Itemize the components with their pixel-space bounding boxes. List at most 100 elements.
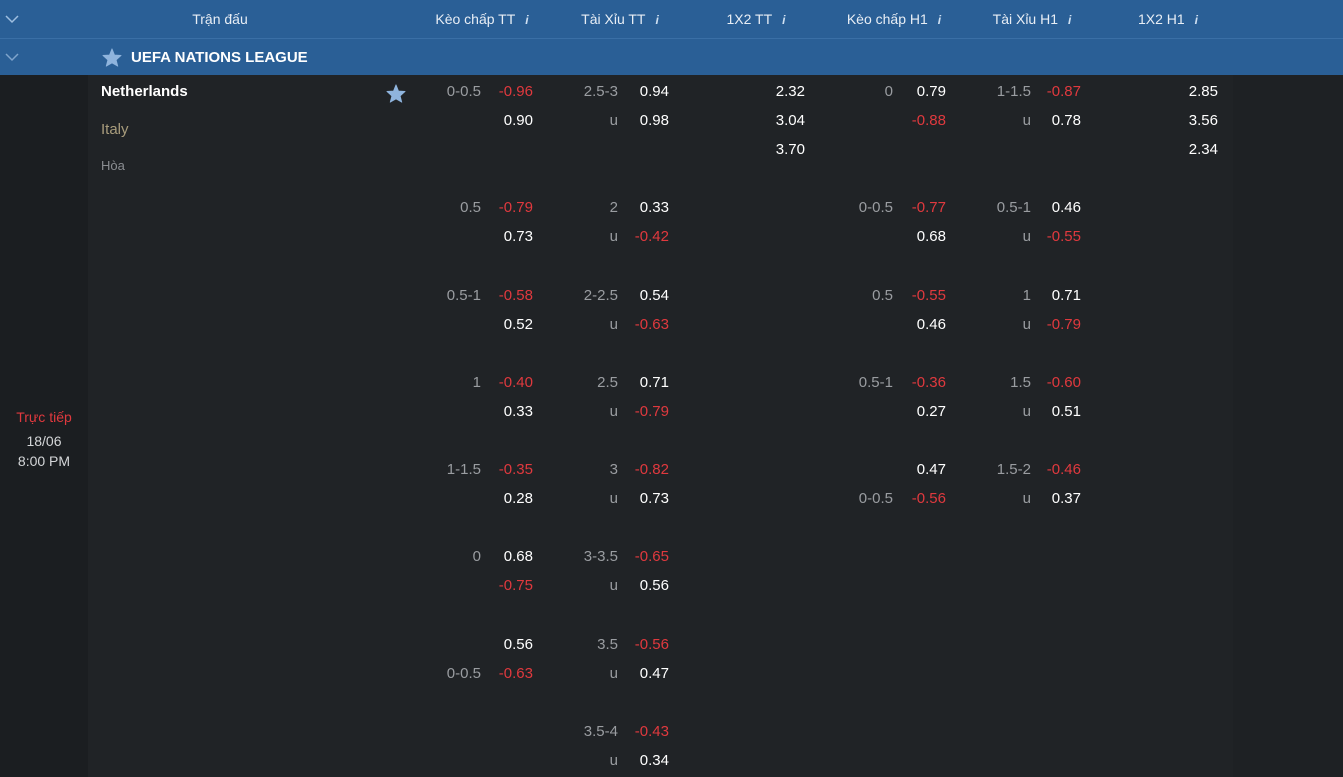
home-team[interactable]: Netherlands (101, 83, 188, 101)
overunder-ft-odds[interactable]: -0.56 (619, 636, 669, 654)
col-header-overunder-ft[interactable]: Tài Xỉu TT i (550, 0, 690, 38)
overunder-ft-under-label: u (609, 316, 618, 333)
odds-1x2-ft-draw[interactable]: 3.70 (745, 141, 805, 159)
overunder-ft-odds[interactable]: 0.98 (619, 112, 669, 130)
info-icon[interactable]: i (1195, 13, 1198, 27)
handicap-h1-odds[interactable]: -0.36 (896, 374, 946, 392)
handicap-ft-odds[interactable]: 0.56 (483, 636, 533, 654)
handicap-ft-odds[interactable]: 0.73 (483, 228, 533, 246)
col-header-1x2-ft[interactable]: 1X2 TT i (686, 0, 826, 38)
handicap-h1-odds[interactable]: -0.55 (896, 287, 946, 305)
overunder-ft-line: 2-2.5 (583, 287, 618, 304)
overunder-ft-under-label: u (609, 228, 618, 245)
handicap-ft-odds[interactable]: -0.63 (483, 665, 533, 683)
odds-1x2-ft-home[interactable]: 2.32 (745, 83, 805, 101)
overunder-h1-line: 0.5-1 (996, 199, 1031, 216)
overunder-ft-odds[interactable]: 0.34 (619, 752, 669, 770)
odds-1x2-h1-home[interactable]: 2.85 (1158, 83, 1218, 101)
handicap-ft-odds[interactable]: 0.90 (483, 112, 533, 130)
overunder-ft-under-label: u (609, 112, 618, 129)
odds-1x2-h1-away[interactable]: 3.56 (1158, 112, 1218, 130)
handicap-ft-odds[interactable]: -0.40 (483, 374, 533, 392)
favorite-star-icon[interactable] (386, 84, 406, 103)
info-icon[interactable]: i (525, 13, 528, 27)
overunder-h1-odds[interactable]: -0.46 (1031, 461, 1081, 479)
info-icon[interactable]: i (1068, 13, 1071, 27)
handicap-ft-odds[interactable]: -0.35 (483, 461, 533, 479)
overunder-ft-under-label: u (609, 577, 618, 594)
col-header-overunder-h1[interactable]: Tài Xỉu H1 i (962, 0, 1102, 38)
handicap-ft-line: 1-1.5 (446, 461, 481, 478)
overunder-ft-odds[interactable]: 0.56 (619, 577, 669, 595)
overunder-h1-odds[interactable]: 0.71 (1031, 287, 1081, 305)
handicap-h1-line: 0-0.5 (858, 199, 893, 216)
handicap-h1-odds[interactable]: 0.47 (896, 461, 946, 479)
overunder-h1-odds[interactable]: 0.37 (1031, 490, 1081, 508)
overunder-ft-odds[interactable]: 0.54 (619, 287, 669, 305)
handicap-h1-odds[interactable]: -0.88 (896, 112, 946, 130)
handicap-ft-odds[interactable]: 0.28 (483, 490, 533, 508)
info-icon[interactable]: i (938, 13, 941, 27)
overunder-ft-odds[interactable]: 0.71 (619, 374, 669, 392)
empty-area (1233, 75, 1343, 777)
favorite-star-icon[interactable] (102, 48, 122, 67)
handicap-ft-odds[interactable]: 0.33 (483, 403, 533, 421)
league-row[interactable]: UEFA NATIONS LEAGUE (0, 38, 1343, 75)
match-date: 18/06 (26, 433, 62, 449)
overunder-ft-odds[interactable]: -0.42 (619, 228, 669, 246)
overunder-ft-odds[interactable]: -0.63 (619, 316, 669, 334)
overunder-h1-under-label: u (1022, 316, 1031, 333)
away-team[interactable]: Italy (101, 121, 129, 139)
overunder-h1-odds[interactable]: -0.87 (1031, 83, 1081, 101)
odds-1x2-ft-away[interactable]: 3.04 (745, 112, 805, 130)
handicap-ft-odds[interactable]: -0.96 (483, 83, 533, 101)
overunder-ft-odds[interactable]: -0.43 (619, 723, 669, 741)
handicap-ft-line: 1 (472, 374, 481, 391)
handicap-h1-odds[interactable]: -0.77 (896, 199, 946, 217)
handicap-h1-line: 0.5-1 (858, 374, 893, 391)
overunder-ft-odds[interactable]: -0.79 (619, 403, 669, 421)
col-header-1x2-h1[interactable]: 1X2 H1 i (1098, 0, 1238, 38)
overunder-ft-odds[interactable]: -0.82 (619, 461, 669, 479)
handicap-ft-odds[interactable]: -0.58 (483, 287, 533, 305)
chevron-down-icon[interactable] (4, 49, 20, 65)
handicap-ft-odds[interactable]: -0.79 (483, 199, 533, 217)
draw-label: Hòa (101, 158, 125, 173)
col-header-handicap-ft[interactable]: Kèo chấp TT i (412, 0, 552, 38)
overunder-ft-under-label: u (609, 665, 618, 682)
handicap-ft-odds[interactable]: 0.68 (483, 548, 533, 566)
handicap-h1-odds[interactable]: 0.68 (896, 228, 946, 246)
league-name: UEFA NATIONS LEAGUE (131, 49, 308, 66)
handicap-h1-odds[interactable]: 0.46 (896, 316, 946, 334)
overunder-h1-odds[interactable]: -0.79 (1031, 316, 1081, 334)
overunder-ft-line: 3-3.5 (583, 548, 618, 565)
overunder-h1-under-label: u (1022, 403, 1031, 420)
overunder-ft-line: 2 (609, 199, 618, 216)
overunder-h1-odds[interactable]: -0.55 (1031, 228, 1081, 246)
overunder-h1-odds[interactable]: 0.51 (1031, 403, 1081, 421)
handicap-h1-line: 0.5 (872, 287, 893, 304)
handicap-h1-line: 0-0.5 (858, 490, 893, 507)
handicap-h1-line: 0 (884, 83, 893, 100)
overunder-ft-odds[interactable]: -0.65 (619, 548, 669, 566)
handicap-ft-odds[interactable]: -0.75 (483, 577, 533, 595)
overunder-h1-odds[interactable]: 0.46 (1031, 199, 1081, 217)
match-time-column (0, 75, 88, 777)
handicap-ft-odds[interactable]: 0.52 (483, 316, 533, 334)
overunder-ft-odds[interactable]: 0.47 (619, 665, 669, 683)
overunder-ft-odds[interactable]: 0.94 (619, 83, 669, 101)
overunder-ft-odds[interactable]: 0.33 (619, 199, 669, 217)
overunder-h1-odds[interactable]: -0.60 (1031, 374, 1081, 392)
handicap-h1-odds[interactable]: 0.79 (896, 83, 946, 101)
info-icon[interactable]: i (655, 13, 658, 27)
match-time: 8:00 PM (17, 453, 71, 469)
overunder-h1-under-label: u (1022, 228, 1031, 245)
info-icon[interactable]: i (782, 13, 785, 27)
chevron-down-icon[interactable] (4, 11, 20, 27)
handicap-h1-odds[interactable]: 0.27 (896, 403, 946, 421)
odds-1x2-h1-draw[interactable]: 2.34 (1158, 141, 1218, 159)
overunder-h1-odds[interactable]: 0.78 (1031, 112, 1081, 130)
handicap-h1-odds[interactable]: -0.56 (896, 490, 946, 508)
col-header-handicap-h1[interactable]: Kèo chấp H1 i (824, 0, 964, 38)
overunder-ft-odds[interactable]: 0.73 (619, 490, 669, 508)
